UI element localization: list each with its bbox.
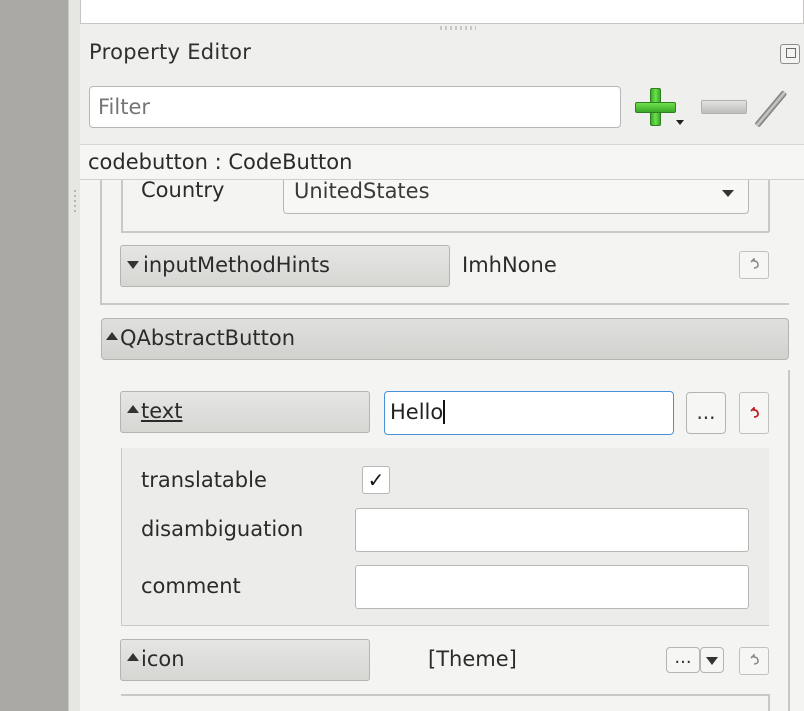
dropdown-arrow-icon <box>676 120 684 125</box>
dock-left-edge <box>68 0 80 711</box>
chevron-down-icon <box>706 657 718 665</box>
filter-input[interactable] <box>89 86 621 128</box>
icon-value: [Theme] <box>428 647 517 671</box>
property-icon[interactable]: icon <box>120 639 370 681</box>
upper-dock-panel <box>80 0 804 24</box>
reset-icon <box>750 258 759 269</box>
property-text[interactable]: text <box>120 391 370 433</box>
group-border <box>121 180 123 232</box>
comment-label: comment <box>141 574 241 598</box>
country-value: UnitedStates <box>294 179 430 203</box>
chevron-down-icon <box>722 190 734 197</box>
object-class-label: codebutton : CodeButton <box>80 144 804 180</box>
expand-arrow-icon <box>127 405 139 413</box>
reset-icon <box>750 654 759 665</box>
property-label-country: Country <box>141 178 225 202</box>
collapse-arrow-icon <box>127 261 139 269</box>
translatable-label: translatable <box>141 468 267 492</box>
resize-grip[interactable] <box>74 190 76 214</box>
splitter-handle[interactable] <box>440 26 476 30</box>
disambiguation-label: disambiguation <box>141 517 304 541</box>
property-inputmethodhints[interactable]: inputMethodHints <box>120 245 450 287</box>
panel-title: Property Editor <box>89 40 252 64</box>
translatable-checkbox[interactable]: ✓ <box>362 466 390 494</box>
reset-icon-button[interactable] <box>739 647 769 675</box>
remove-dynamic-property-button[interactable] <box>701 100 747 114</box>
expand-arrow-icon <box>106 332 118 340</box>
group-qabstractbutton[interactable]: QAbstractButton <box>101 318 789 360</box>
left-gutter <box>0 0 68 711</box>
icon-more-button[interactable]: ... <box>666 647 700 673</box>
text-value-input[interactable]: Hello <box>384 391 674 435</box>
icon-menu-button[interactable] <box>700 647 724 673</box>
text-more-button[interactable]: ... <box>686 392 726 434</box>
wrench-icon <box>754 90 788 128</box>
comment-field[interactable] <box>355 565 749 609</box>
inputmethodhints-value: ImhNone <box>462 253 557 277</box>
configure-button[interactable] <box>754 90 804 130</box>
reset-inputmethodhints-button[interactable] <box>739 251 769 279</box>
expand-arrow-icon <box>127 653 139 661</box>
country-combobox[interactable]: UnitedStates <box>283 179 749 214</box>
reset-text-button[interactable] <box>739 392 769 434</box>
reset-icon <box>750 407 759 418</box>
undock-icon[interactable] <box>780 44 800 64</box>
add-dynamic-property-button[interactable] <box>632 86 684 132</box>
text-caret <box>443 400 445 424</box>
disambiguation-field[interactable] <box>355 508 749 552</box>
